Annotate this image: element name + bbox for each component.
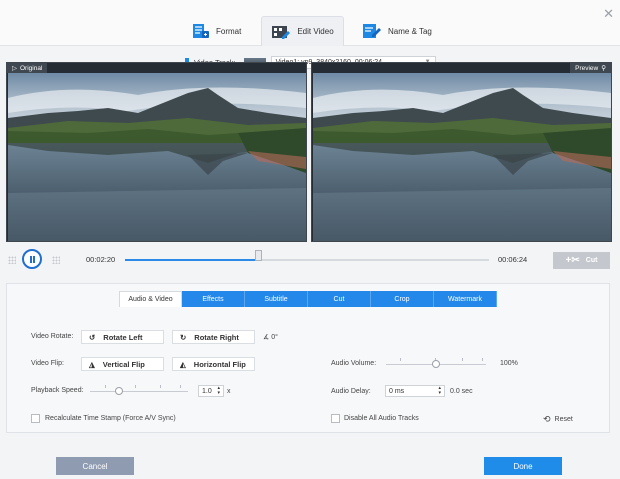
tab-subtitle[interactable]: Subtitle xyxy=(245,291,308,307)
rotate-right-icon: ↻ xyxy=(180,332,187,342)
horizontal-flip-label: Horizontal Flip xyxy=(193,359,246,369)
landscape-image xyxy=(313,73,611,241)
tab-name-tag[interactable]: Name & Tag xyxy=(362,16,442,46)
rotate-left-label: Rotate Left xyxy=(103,332,143,342)
speed-unit: x xyxy=(227,388,231,395)
horizontal-flip-icon: ◭ xyxy=(180,359,186,369)
original-pane: ▷ Original xyxy=(6,62,307,242)
recalc-checkbox[interactable] xyxy=(31,414,40,423)
rotate-label: Video Rotate: xyxy=(31,333,74,340)
rotate-right-label: Rotate Right xyxy=(194,332,239,342)
format-icon xyxy=(192,23,210,39)
tab-watermark[interactable]: Watermark xyxy=(434,291,497,307)
preview-video-frame xyxy=(313,73,611,241)
horizontal-flip-button[interactable]: ◭ Horizontal Flip xyxy=(172,357,255,371)
original-badge: ▷ Original xyxy=(7,63,48,73)
search-icon: ⚲ xyxy=(601,65,606,72)
scissors-icon: +✂ xyxy=(565,255,580,266)
delay-spinner[interactable]: 0 ms ▴ ▾ xyxy=(385,385,445,397)
tab-audio-video[interactable]: Audio & Video xyxy=(119,291,182,307)
tab-cut[interactable]: Cut xyxy=(308,291,371,307)
vertical-flip-button[interactable]: ◮ Vertical Flip xyxy=(81,357,164,371)
speed-tick xyxy=(105,385,106,388)
original-video-frame xyxy=(8,73,306,241)
delay-sec: 0.0 sec xyxy=(450,388,473,395)
total-time: 00:06:24 xyxy=(498,255,528,264)
cut-button[interactable]: +✂ Cut xyxy=(553,252,610,269)
cut-label: Cut xyxy=(585,257,598,264)
rotate-left-icon: ↺ xyxy=(89,332,96,342)
tab-edit-video[interactable]: Edit Video xyxy=(261,16,344,46)
settings-tabs: Audio & Video Effects Subtitle Cut Crop … xyxy=(119,291,497,307)
preview-badge[interactable]: Preview ⚲ xyxy=(570,63,611,73)
volume-value: 100% xyxy=(500,360,518,367)
speed-slider-track[interactable] xyxy=(90,391,188,392)
tab-format[interactable]: Format xyxy=(192,16,252,46)
cancel-button[interactable]: Cancel xyxy=(56,457,134,475)
disable-audio-label: Disable All Audio Tracks xyxy=(344,415,419,422)
speed-label: Playback Speed: xyxy=(31,387,84,394)
flip-label: Video Flip: xyxy=(31,360,64,367)
preview-pane: Preview ⚲ xyxy=(311,62,612,242)
preview-label: Preview xyxy=(575,64,599,72)
volume-label: Audio Volume: xyxy=(331,360,377,367)
rotate-left-button[interactable]: ↺ Rotate Left xyxy=(81,330,164,344)
play-icon: ▷ xyxy=(12,65,17,72)
grip-icon xyxy=(52,256,60,264)
vertical-flip-icon: ◮ xyxy=(89,359,95,369)
vertical-flip-label: Vertical Flip xyxy=(102,359,145,369)
spinner-arrows-icon: ▴ ▾ xyxy=(217,385,220,396)
recalc-label: Recalculate Time Stamp (Force A/V Sync) xyxy=(45,415,176,422)
close-icon[interactable]: ✕ xyxy=(603,6,614,22)
tab-crop[interactable]: Crop xyxy=(371,291,434,307)
angle-icon: ∡ xyxy=(263,334,270,341)
speed-tick xyxy=(135,385,136,388)
film-edit-icon xyxy=(271,24,291,40)
timeline-handle[interactable] xyxy=(254,250,262,261)
landscape-image xyxy=(8,73,306,241)
current-time: 00:02:20 xyxy=(86,255,116,264)
rotate-angle: ∡ 0° xyxy=(263,333,278,341)
tab-name-tag-label: Name & Tag xyxy=(388,26,432,36)
volume-slider-knob[interactable] xyxy=(432,360,440,368)
speed-tick xyxy=(160,385,161,388)
reset-label: Reset xyxy=(554,416,573,423)
rotate-angle-value: 0° xyxy=(271,334,278,341)
volume-tick xyxy=(462,358,463,361)
pause-button[interactable] xyxy=(22,249,42,269)
speed-spinner[interactable]: 1.0 ▴ ▾ xyxy=(198,385,224,397)
original-label: Original xyxy=(20,64,43,72)
speed-tick xyxy=(180,385,181,388)
done-button[interactable]: Done xyxy=(484,457,562,475)
disable-audio-checkbox[interactable] xyxy=(331,414,340,423)
timeline-progress xyxy=(125,259,258,261)
delay-label: Audio Delay: xyxy=(331,388,371,395)
grip-icon xyxy=(8,256,16,264)
speed-value: 1.0 xyxy=(202,387,212,395)
rotate-right-button[interactable]: ↻ Rotate Right xyxy=(172,330,255,344)
volume-tick xyxy=(482,358,483,361)
tab-effects[interactable]: Effects xyxy=(182,291,245,307)
reset-button[interactable]: ⟲ Reset xyxy=(543,414,573,425)
volume-tick xyxy=(400,358,401,361)
tab-edit-video-label: Edit Video xyxy=(297,27,334,36)
tab-format-label: Format xyxy=(216,26,242,36)
pause-icon xyxy=(29,255,35,263)
tag-edit-icon xyxy=(362,23,382,39)
spinner-arrows-icon: ▴ ▾ xyxy=(438,385,441,396)
delay-value: 0 ms xyxy=(389,387,405,395)
reset-icon: ⟲ xyxy=(543,414,551,424)
